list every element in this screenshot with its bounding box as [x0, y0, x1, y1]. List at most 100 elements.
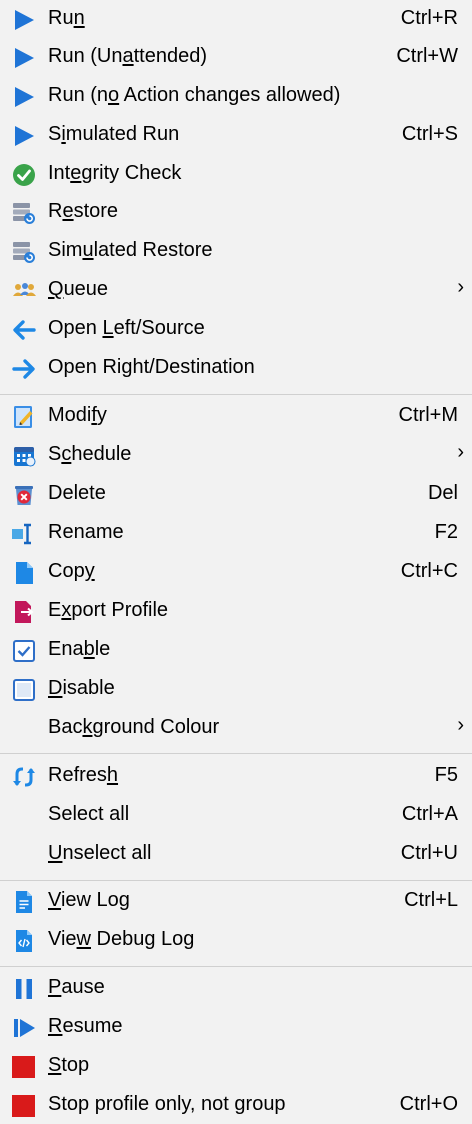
label-text: Refres [48, 764, 107, 786]
menu-item-label: Run (no Action changes allowed) [48, 84, 340, 107]
access-key: a [122, 45, 134, 67]
menu-item-view-debug-log[interactable]: View Debug Log [0, 921, 472, 959]
menu-item-run[interactable]: Run Ctrl+R [0, 0, 472, 38]
menu-separator [0, 880, 472, 881]
label-text: Open Ri [48, 356, 122, 378]
delete-icon [12, 483, 36, 507]
check-circle-icon [12, 163, 36, 187]
queue-icon [12, 279, 36, 303]
copy-icon [12, 561, 36, 585]
checkbox-checked-icon [12, 639, 36, 663]
label-text: R [48, 200, 63, 222]
label-text: eft/Source [113, 317, 205, 339]
menu-item-restore[interactable]: Restore [0, 193, 472, 231]
menu-item-background-colour[interactable]: Background Colour › [0, 709, 472, 747]
submenu-arrow-icon: › [457, 714, 464, 736]
menu-item-label: Restore [48, 200, 118, 223]
shortcut-label: Del [427, 482, 458, 504]
shortcut-label: Ctrl+L [404, 889, 458, 911]
shortcut-label: Ctrl+S [401, 123, 458, 145]
menu-separator [0, 966, 472, 967]
menu-item-schedule[interactable]: Schedule › [0, 436, 472, 474]
access-key: o [108, 84, 120, 106]
rename-icon [12, 522, 36, 546]
menu-item-simulated-restore[interactable]: Simulated Restore [0, 232, 472, 270]
access-key: U [48, 842, 63, 864]
label-text: ause [61, 976, 105, 998]
menu-item-label: Simulated Run [48, 123, 179, 146]
menu-item-unselect-all[interactable]: Unselect all Ctrl+U [0, 835, 472, 873]
label-text: Action changes allowed) [119, 84, 341, 106]
label-text: ueue [63, 278, 109, 300]
menu-item-run-unattended[interactable]: Run (Unattended) Ctrl+W [0, 38, 472, 76]
menu-item-open-left-source[interactable]: Open Left/Source [0, 310, 472, 348]
play-icon [12, 124, 36, 148]
label-text: nselect all [62, 842, 152, 864]
menu-item-rename[interactable]: Rename F2 [0, 514, 472, 552]
access-key: S [48, 1054, 62, 1076]
label-text: Debug Log [91, 928, 195, 950]
menu-item-label: Run [48, 7, 85, 30]
menu-item-stop[interactable]: Stop [0, 1047, 472, 1085]
label-text: Vie [48, 928, 77, 950]
menu-item-label: Unselect all [48, 842, 151, 865]
access-key: e [70, 162, 82, 184]
menu-item-resume[interactable]: Resume [0, 1008, 472, 1046]
menu-item-label: Run (Unattended) [48, 45, 207, 68]
access-key: y [84, 560, 95, 582]
menu-item-label: Simulated Restore [48, 239, 213, 262]
resume-icon [12, 1016, 36, 1040]
label-text: Open [48, 317, 103, 339]
shortcut-label: Ctrl+R [400, 7, 458, 29]
menu-item-label: Disable [48, 677, 115, 700]
play-icon [12, 46, 36, 70]
menu-item-label: Stop profile only, not group [48, 1093, 286, 1116]
menu-item-export-profile[interactable]: Export Profile [0, 592, 472, 630]
menu-item-refresh[interactable]: Refresh F5 [0, 757, 472, 795]
menu-item-pause[interactable]: Pause [0, 969, 472, 1007]
access-key: V [48, 889, 61, 911]
menu-item-disable[interactable]: Disable [0, 670, 472, 708]
shortcut-label: Ctrl+C [400, 560, 458, 582]
arrow-right-icon [12, 357, 36, 381]
menu-item-label: Stop [48, 1054, 89, 1077]
arrow-left-icon [12, 318, 36, 342]
label-text: ht/Destination [132, 356, 255, 378]
label-text: ttended) [133, 45, 207, 67]
menu-item-label: View Log [48, 889, 130, 912]
menu-item-copy[interactable]: Copy Ctrl+C [0, 553, 472, 591]
access-key: h [106, 764, 119, 786]
label-text: Ru [48, 7, 74, 29]
label-text: Rename [48, 521, 124, 543]
access-key: D [48, 677, 63, 699]
menu-item-enable[interactable]: Enable [0, 631, 472, 669]
menu-item-modify[interactable]: Modify Ctrl+M [0, 397, 472, 435]
label-text: isable [62, 677, 115, 699]
access-key: u [82, 239, 94, 261]
menu-item-label: Open Left/Source [48, 317, 205, 340]
menu-item-simulated-run[interactable]: Simulated Run Ctrl+S [0, 116, 472, 154]
label-text: S [48, 123, 62, 145]
label-text: lated Restore [93, 239, 213, 261]
label-text: Stop profile only, not group [48, 1093, 286, 1115]
access-key: e [62, 200, 74, 222]
label-text: y [96, 404, 107, 426]
access-key: c [61, 443, 72, 465]
menu-item-select-all[interactable]: Select all Ctrl+A [0, 796, 472, 834]
label-text: Bac [48, 716, 83, 738]
menu-item-label: Background Colour [48, 716, 219, 739]
context-menu: Run Ctrl+R Run (Unattended) Ctrl+W Run (no A… [0, 0, 472, 1120]
menu-item-integrity-check[interactable]: Integrity Check [0, 155, 472, 193]
menu-item-run-no-action-changes[interactable]: Run (no Action changes allowed) [0, 77, 472, 115]
play-icon [12, 85, 36, 109]
shortcut-label: Ctrl+A [401, 803, 458, 825]
menu-item-open-right-destination[interactable]: Open Right/Destination [0, 349, 472, 387]
calendar-icon [12, 444, 36, 468]
menu-item-label: View Debug Log [48, 928, 194, 951]
menu-item-label: Pause [48, 976, 105, 999]
play-icon [12, 8, 36, 32]
menu-item-stop-profile-only[interactable]: Stop profile only, not group Ctrl+O [0, 1086, 472, 1124]
menu-item-delete[interactable]: Delete Del [0, 475, 472, 513]
menu-item-queue[interactable]: Queue › [0, 271, 472, 309]
menu-item-view-log[interactable]: View Log Ctrl+L [0, 882, 472, 920]
